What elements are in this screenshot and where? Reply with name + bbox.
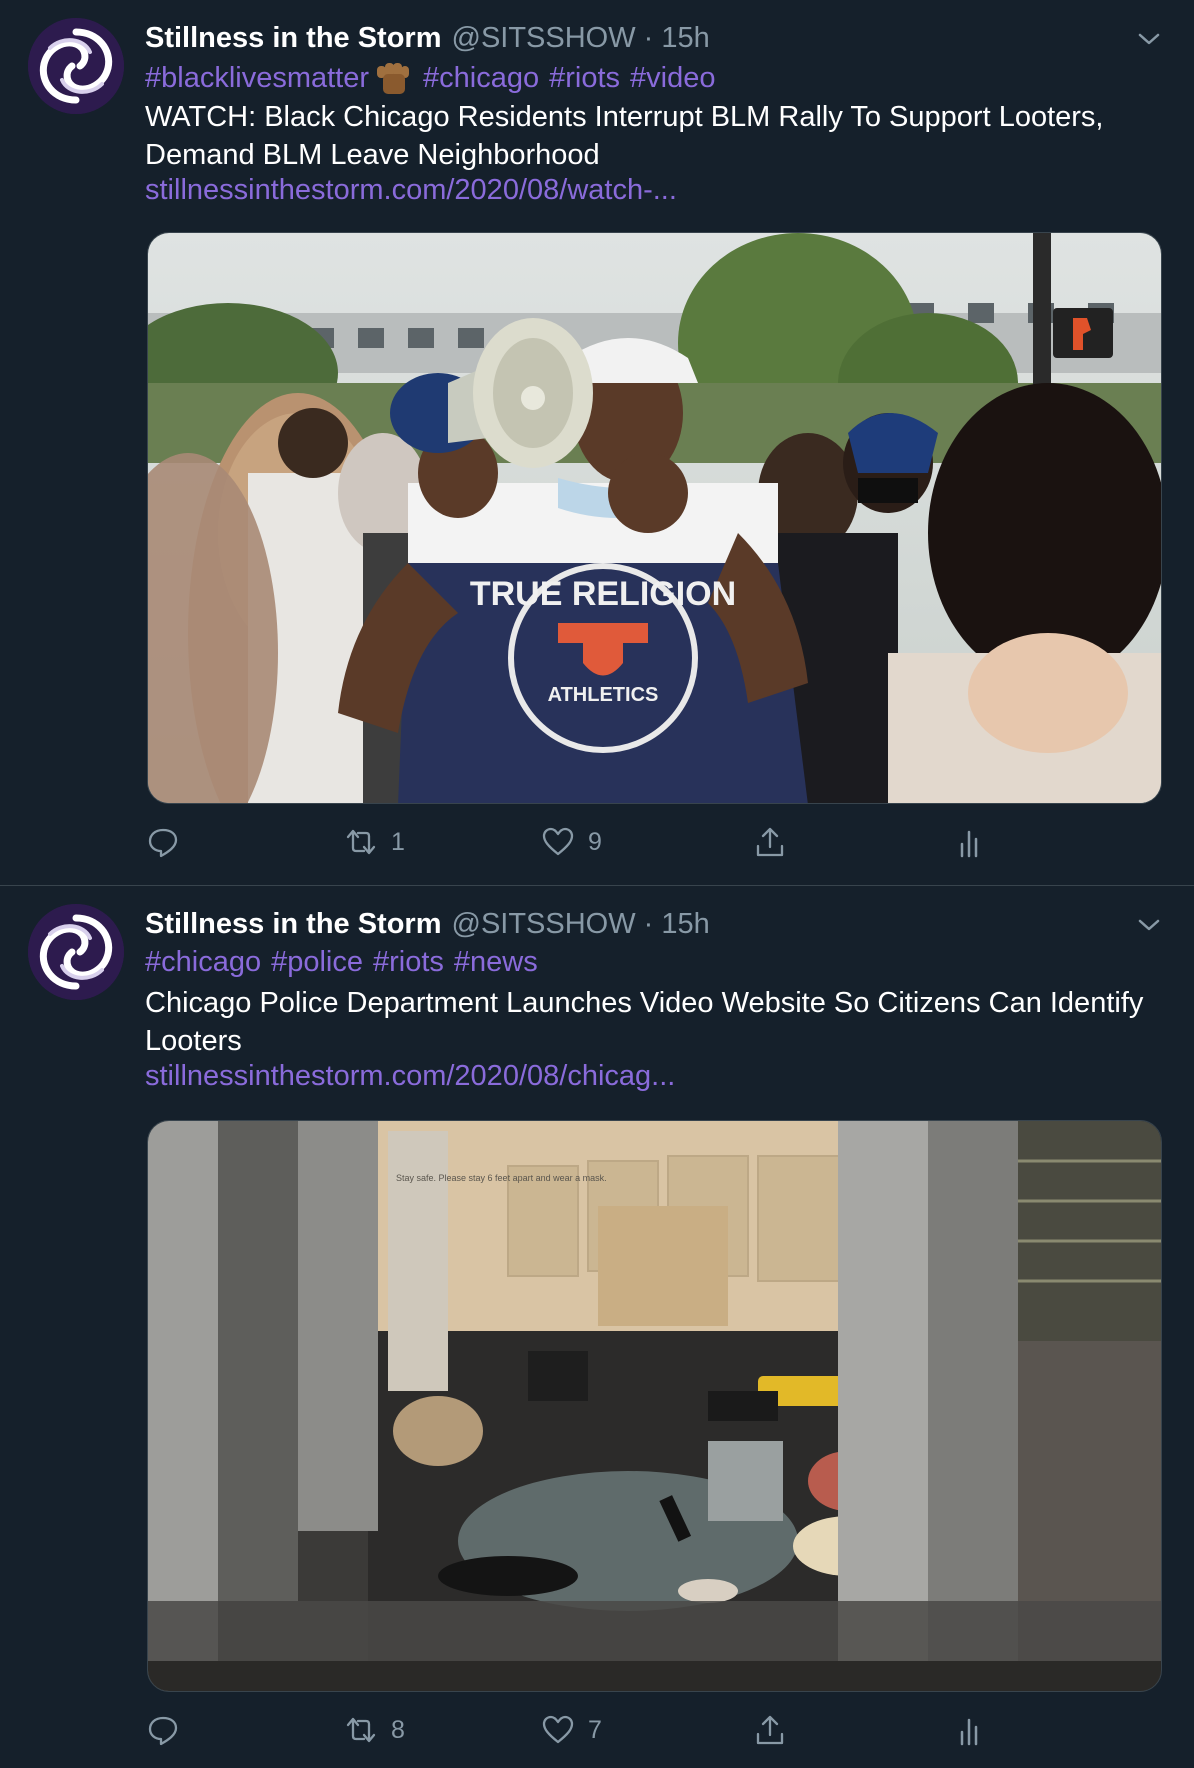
avatar[interactable] xyxy=(28,904,124,1000)
author-handle-and-time[interactable]: @SITSSHOW · 15h xyxy=(452,908,710,941)
heart-icon xyxy=(542,1715,574,1744)
reply-button[interactable] xyxy=(147,822,193,862)
tweet-text: Chicago Police Department Launches Video… xyxy=(145,987,1144,1057)
tweet[interactable]: Stillness in the Storm @SITSSHOW · 15h #… xyxy=(0,0,1194,886)
retweet-count: 8 xyxy=(391,1715,405,1744)
author-handle-and-time[interactable]: @SITSSHOW · 15h xyxy=(452,22,710,55)
author-name[interactable]: Stillness in the Storm xyxy=(145,908,442,941)
share-button[interactable] xyxy=(754,1710,786,1750)
spiral-logo-icon xyxy=(28,904,124,1000)
hashtag-link[interactable]: #news xyxy=(454,946,538,979)
hashtag-link[interactable]: #riots xyxy=(373,946,444,979)
raised-fist-emoji-icon xyxy=(373,60,413,96)
hashtag-link[interactable]: #blacklivesmatter xyxy=(145,62,369,95)
tweet[interactable]: Stillness in the Storm @SITSSHOW · 15h #… xyxy=(0,886,1194,1768)
tweet-image[interactable]: Stay safe. Please stay 6 feet apart and … xyxy=(147,1120,1162,1692)
chevron-down-icon[interactable] xyxy=(1134,24,1164,54)
share-icon xyxy=(756,1715,784,1745)
photo-megaphone-rally-icon: TRUE RELIGION ATHLETICS xyxy=(148,233,1161,803)
tweet-text: WATCH: Black Chicago Residents Interrupt… xyxy=(145,101,1104,171)
retweet-count: 1 xyxy=(391,827,405,856)
analytics-icon xyxy=(960,830,978,858)
hashtag-link[interactable]: #video xyxy=(630,62,715,95)
tweet-header: Stillness in the Storm @SITSSHOW · 15h xyxy=(145,904,1164,944)
tweet-action-bar: 1 9 xyxy=(147,822,1047,862)
reply-button[interactable] xyxy=(147,1710,193,1750)
like-count: 9 xyxy=(588,827,602,856)
hashtag-row: #blacklivesmatter #chicago #riots #video xyxy=(145,60,726,96)
shirt-subtext: ATHLETICS xyxy=(548,684,659,706)
store-sign-text: Stay safe. Please stay 6 feet apart and … xyxy=(396,1173,607,1183)
reply-icon xyxy=(148,1716,178,1746)
heart-icon xyxy=(542,827,574,856)
like-button[interactable]: 9 xyxy=(542,822,602,862)
reply-icon xyxy=(148,828,178,858)
share-icon xyxy=(756,827,784,857)
avatar[interactable] xyxy=(28,18,124,114)
hashtag-row: #chicago #police #riots #news xyxy=(145,946,548,979)
tweet-action-bar: 8 7 xyxy=(147,1710,1047,1750)
tweet-image[interactable]: TRUE RELIGION ATHLETICS xyxy=(147,232,1162,804)
tweet-link[interactable]: stillnessinthestorm.com/2020/08/chicag..… xyxy=(145,1060,675,1093)
tweet-header: Stillness in the Storm @SITSSHOW · 15h xyxy=(145,18,1164,58)
shirt-brand-text: TRUE RELIGION xyxy=(470,575,736,613)
timeline-feed: Stillness in the Storm @SITSSHOW · 15h #… xyxy=(0,0,1194,1768)
like-count: 7 xyxy=(588,1715,602,1744)
analytics-button[interactable] xyxy=(954,822,986,862)
retweet-button[interactable]: 1 xyxy=(345,822,405,862)
analytics-button[interactable] xyxy=(954,1710,986,1750)
hashtag-link[interactable]: #chicago xyxy=(145,946,261,979)
spiral-logo-icon xyxy=(28,18,124,114)
author-name[interactable]: Stillness in the Storm xyxy=(145,22,442,55)
retweet-button[interactable]: 8 xyxy=(345,1710,405,1750)
hashtag-link[interactable]: #chicago xyxy=(423,62,539,95)
tweet-link[interactable]: stillnessinthestorm.com/2020/08/watch-..… xyxy=(145,174,677,207)
chevron-down-icon[interactable] xyxy=(1134,910,1164,940)
share-button[interactable] xyxy=(754,822,786,862)
hashtag-link[interactable]: #police xyxy=(271,946,363,979)
retweet-icon xyxy=(346,1717,376,1743)
hashtag-link[interactable]: #riots xyxy=(549,62,620,95)
like-button[interactable]: 7 xyxy=(542,1710,602,1750)
photo-looted-store-icon: Stay safe. Please stay 6 feet apart and … xyxy=(148,1121,1161,1691)
analytics-icon xyxy=(960,1718,978,1746)
retweet-icon xyxy=(346,829,376,855)
